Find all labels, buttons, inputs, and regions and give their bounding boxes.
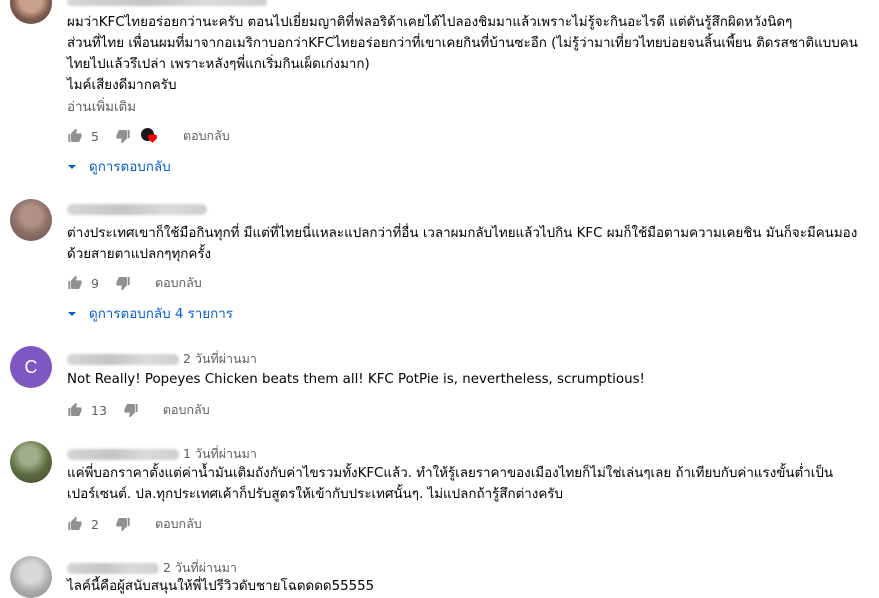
author-name-blurred[interactable] (67, 448, 179, 460)
heart-icon (147, 134, 158, 143)
avatar[interactable] (10, 441, 52, 483)
comment-actions: 9 ตอบกลับ (67, 273, 202, 293)
comment-text: Not Really! Popeyes Chicken beats them a… (67, 372, 645, 387)
avatar-letter: C (24, 356, 38, 377)
view-replies-label: ดูการตอบกลับ (89, 160, 171, 175)
dislike-icon[interactable] (115, 128, 131, 144)
comment-text: ต่างประเทศเขาก็ใช้มือกินทุกที่ มีแต่ที่ไ… (67, 226, 858, 262)
timestamp: 2 วันที่ผ่านมา (163, 560, 237, 575)
comment-actions: 13 ตอบกลับ (67, 400, 210, 420)
like-icon[interactable] (67, 516, 83, 532)
like-count: 13 (91, 402, 107, 418)
view-replies-label: ดูการตอบกลับ 4 รายการ (89, 307, 233, 322)
author-name-blurred[interactable] (67, 204, 207, 215)
comment-actions: 5 ตอบกลับ (67, 126, 230, 146)
author-name-blurred[interactable] (67, 353, 179, 365)
reply-button[interactable]: ตอบกลับ (155, 514, 202, 534)
author-name-blurred[interactable] (67, 0, 267, 6)
like-icon[interactable] (67, 128, 83, 144)
dislike-icon[interactable] (115, 516, 131, 532)
timestamp: 2 วันที่ผ่านมา (183, 351, 257, 366)
view-replies-button[interactable]: ดูการตอบกลับ 4 รายการ (67, 303, 233, 324)
avatar[interactable] (10, 199, 52, 241)
like-icon[interactable] (67, 275, 83, 291)
timestamp: 1 วันที่ผ่านมา (183, 446, 257, 461)
avatar[interactable]: C (10, 346, 52, 388)
avatar[interactable] (10, 556, 52, 598)
creator-heart (140, 128, 158, 144)
comment-header (67, 0, 271, 6)
comment-text: แค่พี่บอกราคาตั้งแต่ค่าน้ำมันเติมถังกับค… (67, 466, 833, 502)
like-count: 2 (91, 516, 99, 532)
view-replies-button[interactable]: ดูการตอบกลับ (67, 156, 171, 177)
reply-button[interactable]: ตอบกลับ (155, 273, 202, 293)
avatar[interactable] (10, 0, 52, 24)
caret-down-icon (67, 309, 77, 319)
like-icon[interactable] (67, 402, 83, 418)
dislike-icon[interactable] (123, 402, 139, 418)
comment-header: 2 วันที่ผ่านมา (67, 558, 237, 578)
comment-header: 1 วันที่ผ่านมา (67, 444, 257, 464)
like-count: 9 (91, 275, 99, 291)
reply-button[interactable]: ตอบกลับ (163, 400, 210, 420)
reply-button[interactable]: ตอบกลับ (183, 126, 230, 146)
dislike-icon[interactable] (115, 275, 131, 291)
read-more-link[interactable]: อ่านเพิ่มเติม (67, 96, 136, 117)
comment-text: ไลค์นี้คือผู้สนับสนุนให้พี่ไปรีวิวดับชาย… (67, 579, 375, 594)
comment-header: 2 วันที่ผ่านมา (67, 349, 257, 369)
caret-down-icon (67, 162, 77, 172)
comment-actions: 2 ตอบกลับ (67, 514, 202, 534)
comment-text: ผมว่าKFCไทยอร่อยกว่านะครับ ตอนไปเยี่ยมญา… (67, 15, 858, 93)
author-name-blurred[interactable] (67, 562, 159, 574)
comment-header (67, 204, 211, 215)
like-count: 5 (91, 128, 99, 144)
